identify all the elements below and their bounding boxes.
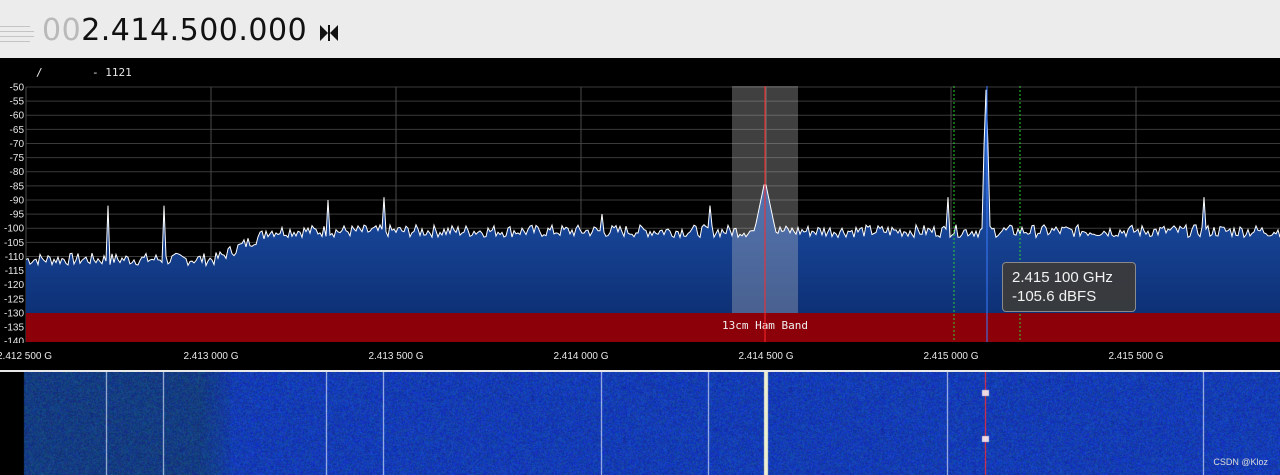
watermark: CSDN @Kloz xyxy=(1213,457,1268,467)
y-tick-label: -65 xyxy=(10,125,25,136)
y-tick-label: -130 xyxy=(4,308,24,319)
frequency-value[interactable]: 2.414.500.000 xyxy=(81,13,307,48)
y-tick-label: -105 xyxy=(4,238,24,249)
x-tick-label: 2.414 500 G xyxy=(738,351,793,362)
frequency-toolbar: 002.414.500.000 xyxy=(0,0,1280,59)
drag-handle-icon[interactable] xyxy=(0,24,34,46)
cursor-tooltip: 2.415 100 GHz -105.6 dBFS xyxy=(1002,262,1136,312)
x-tick-label: 2.415 000 G xyxy=(923,351,978,362)
x-tick-label: 2.412 500 G xyxy=(0,351,52,362)
y-tick-label: -80 xyxy=(10,167,25,178)
y-tick-label: -95 xyxy=(10,210,25,221)
y-tick-label: -75 xyxy=(10,153,25,164)
y-tick-label: -120 xyxy=(4,280,24,291)
x-tick-label: 2.413 000 G xyxy=(183,351,238,362)
y-tick-label: -125 xyxy=(4,294,24,305)
y-tick-label: -135 xyxy=(4,323,24,334)
y-tick-label: -90 xyxy=(10,195,25,206)
status-value: - 1121 xyxy=(92,66,132,79)
waterfall-display[interactable] xyxy=(0,372,1280,475)
y-tick-label: -55 xyxy=(10,97,25,108)
y-tick-label: -115 xyxy=(5,266,25,277)
band-plan-bar[interactable] xyxy=(26,313,1280,342)
y-tick-label: -50 xyxy=(10,83,25,94)
y-tick-label: -70 xyxy=(10,139,25,150)
tooltip-frequency: 2.415 100 GHz xyxy=(1012,269,1113,286)
y-tick-label: -110 xyxy=(5,252,25,263)
tooltip-level: -105.6 dBFS xyxy=(1012,288,1097,305)
frequency-leading-zeros: 00 xyxy=(42,13,82,48)
x-tick-label: 2.415 500 G xyxy=(1108,351,1163,362)
y-tick-label: -60 xyxy=(10,111,25,122)
spectrum-display[interactable]: / - 1121 13cm Ham Band -50-55-60-65-70-7… xyxy=(0,58,1280,370)
frequency-display[interactable]: 002.414.500.000 xyxy=(42,12,307,50)
status-left: / xyxy=(36,66,43,79)
x-tick-label: 2.414 000 G xyxy=(553,351,608,362)
y-tick-label: -85 xyxy=(10,181,25,192)
x-tick-label: 2.413 500 G xyxy=(368,351,423,362)
bowtie-icon[interactable] xyxy=(318,23,340,43)
y-tick-label: -100 xyxy=(4,224,24,235)
